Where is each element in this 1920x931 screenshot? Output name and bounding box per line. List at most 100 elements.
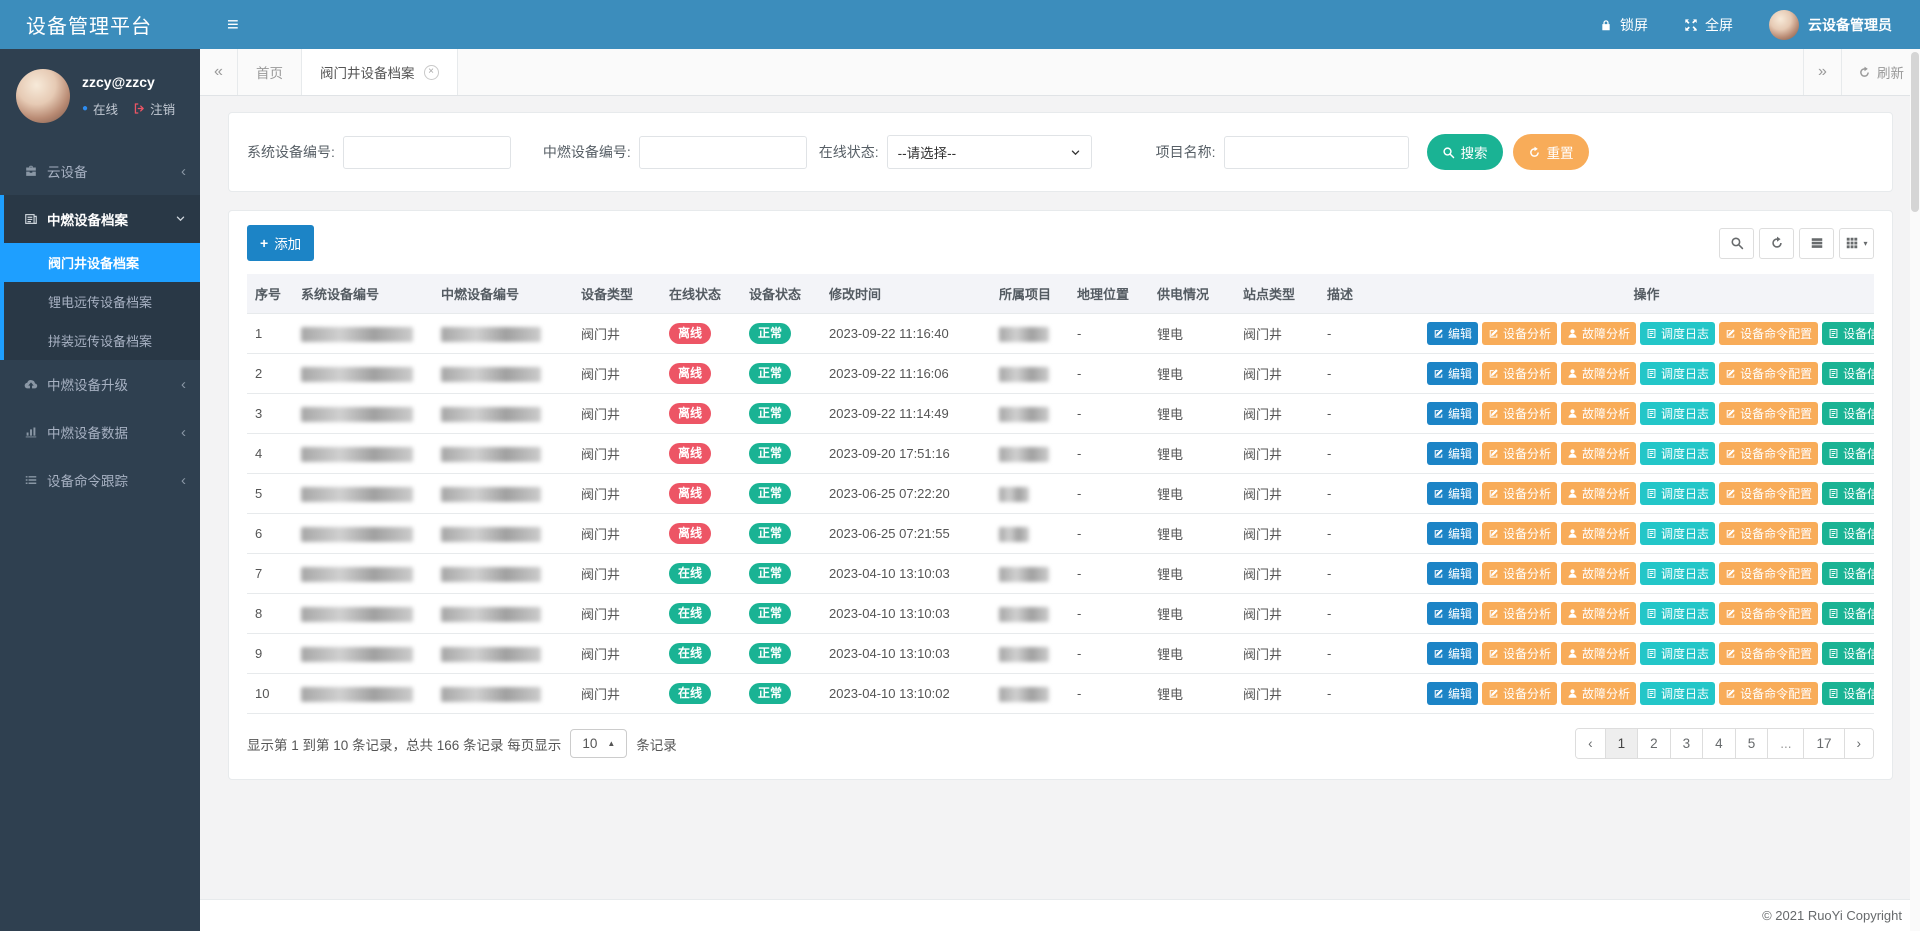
device-analysis-button[interactable]: 设备分析	[1482, 642, 1557, 665]
device-analysis-button[interactable]: 设备分析	[1482, 602, 1557, 625]
dispatch-log-button[interactable]: 调度日志	[1640, 682, 1715, 705]
fault-analysis-button[interactable]: 故障分析	[1561, 482, 1636, 505]
dispatch-log-button[interactable]: 调度日志	[1640, 522, 1715, 545]
fault-analysis-button[interactable]: 故障分析	[1561, 402, 1636, 425]
sidebar-subitem-valve-well-archive[interactable]: 阀门井设备档案	[4, 243, 200, 282]
tabs-scroll-left-button[interactable]: «	[200, 49, 238, 95]
page-2-button[interactable]: 2	[1637, 729, 1670, 758]
edit-button[interactable]: 编辑	[1427, 402, 1478, 425]
fullscreen-button[interactable]: 全屏	[1684, 15, 1733, 35]
search-button[interactable]: 搜索	[1427, 134, 1503, 170]
edit-button[interactable]: 编辑	[1427, 602, 1478, 625]
table-toggle-view-button[interactable]	[1799, 228, 1834, 259]
device-info-button[interactable]: 设备信息	[1822, 442, 1874, 465]
device-info-button[interactable]: 设备信息	[1822, 362, 1874, 385]
fault-analysis-button[interactable]: 故障分析	[1561, 602, 1636, 625]
table-search-button[interactable]	[1719, 228, 1754, 259]
edit-button[interactable]: 编辑	[1427, 682, 1478, 705]
device-info-button[interactable]: 设备信息	[1822, 402, 1874, 425]
dispatch-log-button[interactable]: 调度日志	[1640, 362, 1715, 385]
device-info-button[interactable]: 设备信息	[1822, 482, 1874, 505]
device-info-button[interactable]: 设备信息	[1822, 522, 1874, 545]
fault-analysis-button[interactable]: 故障分析	[1561, 442, 1636, 465]
logout-link[interactable]: 注销	[133, 99, 175, 118]
device-command-config-button[interactable]: 设备命令配置	[1719, 522, 1818, 545]
gas-device-no-input[interactable]	[639, 136, 807, 169]
scrollbar-thumb[interactable]	[1911, 52, 1919, 212]
page-17-button[interactable]: 17	[1803, 729, 1843, 758]
system-device-no-input[interactable]	[343, 136, 511, 169]
table-columns-button[interactable]: ▾	[1839, 228, 1874, 259]
lock-screen-button[interactable]: 锁屏	[1599, 15, 1648, 35]
dispatch-log-button[interactable]: 调度日志	[1640, 562, 1715, 585]
dispatch-log-button[interactable]: 调度日志	[1640, 602, 1715, 625]
tab-valve-well-archive[interactable]: 阀门井设备档案×	[302, 49, 458, 95]
device-info-button[interactable]: 设备信息	[1822, 642, 1874, 665]
fault-analysis-button[interactable]: 故障分析	[1561, 682, 1636, 705]
sidebar-subitem-lithium-remote-archive[interactable]: 锂电远传设备档案	[4, 282, 200, 321]
sidebar-subitem-assembled-remote-archive[interactable]: 拼装远传设备档案	[4, 321, 200, 360]
device-info-button[interactable]: 设备信息	[1822, 682, 1874, 705]
sidebar-item-zhongran-device-data[interactable]: 中燃设备数据‹	[0, 408, 200, 456]
page-4-button[interactable]: 4	[1702, 729, 1735, 758]
fault-analysis-button[interactable]: 故障分析	[1561, 562, 1636, 585]
prev-page-button[interactable]: ‹	[1576, 729, 1605, 758]
device-analysis-button[interactable]: 设备分析	[1482, 362, 1557, 385]
dispatch-log-button[interactable]: 调度日志	[1640, 322, 1715, 345]
sidebar-item-zhongran-device-archive[interactable]: 中燃设备档案	[4, 195, 200, 243]
edit-button[interactable]: 编辑	[1427, 522, 1478, 545]
device-command-config-button[interactable]: 设备命令配置	[1719, 402, 1818, 425]
fault-analysis-button[interactable]: 故障分析	[1561, 362, 1636, 385]
sidebar-item-device-command-trace[interactable]: 设备命令跟踪‹	[0, 456, 200, 504]
dispatch-log-button[interactable]: 调度日志	[1640, 442, 1715, 465]
device-analysis-button[interactable]: 设备分析	[1482, 402, 1557, 425]
project-name-input[interactable]	[1224, 136, 1409, 169]
device-command-config-button[interactable]: 设备命令配置	[1719, 642, 1818, 665]
device-command-config-button[interactable]: 设备命令配置	[1719, 362, 1818, 385]
page-1-button[interactable]: 1	[1605, 729, 1638, 758]
device-analysis-button[interactable]: 设备分析	[1482, 442, 1557, 465]
close-tab-icon[interactable]: ×	[424, 65, 439, 80]
user-menu[interactable]: 云设备管理员	[1769, 10, 1892, 40]
tab-home[interactable]: 首页	[238, 49, 302, 95]
add-button[interactable]: + 添加	[247, 225, 314, 261]
page-3-button[interactable]: 3	[1670, 729, 1703, 758]
device-analysis-button[interactable]: 设备分析	[1482, 322, 1557, 345]
device-command-config-button[interactable]: 设备命令配置	[1719, 322, 1818, 345]
scrollbar[interactable]	[1910, 49, 1920, 931]
edit-button[interactable]: 编辑	[1427, 362, 1478, 385]
sidebar-item-zhongran-device-upgrade[interactable]: 中燃设备升级‹	[0, 360, 200, 408]
device-info-button[interactable]: 设备信息	[1822, 602, 1874, 625]
edit-button[interactable]: 编辑	[1427, 322, 1478, 345]
reset-button[interactable]: 重置	[1513, 134, 1589, 170]
table-refresh-button[interactable]	[1759, 228, 1794, 259]
device-command-config-button[interactable]: 设备命令配置	[1719, 602, 1818, 625]
edit-button[interactable]: 编辑	[1427, 562, 1478, 585]
page-size-dropdown[interactable]: 10 ▲	[570, 729, 627, 758]
tabs-scroll-right-button[interactable]: »	[1803, 49, 1841, 95]
device-command-config-button[interactable]: 设备命令配置	[1719, 442, 1818, 465]
device-command-config-button[interactable]: 设备命令配置	[1719, 482, 1818, 505]
device-info-button[interactable]: 设备信息	[1822, 322, 1874, 345]
device-info-button[interactable]: 设备信息	[1822, 562, 1874, 585]
fault-analysis-button[interactable]: 故障分析	[1561, 522, 1636, 545]
device-analysis-button[interactable]: 设备分析	[1482, 482, 1557, 505]
edit-button[interactable]: 编辑	[1427, 482, 1478, 505]
dispatch-log-button[interactable]: 调度日志	[1640, 482, 1715, 505]
fault-analysis-button[interactable]: 故障分析	[1561, 322, 1636, 345]
page-5-button[interactable]: 5	[1735, 729, 1768, 758]
online-status-select[interactable]: --请选择--	[887, 135, 1092, 169]
edit-button[interactable]: 编辑	[1427, 442, 1478, 465]
device-analysis-button[interactable]: 设备分析	[1482, 522, 1557, 545]
next-page-button[interactable]: ›	[1844, 729, 1874, 758]
sidebar-item-cloud-device[interactable]: 云设备‹	[0, 147, 200, 195]
device-command-config-button[interactable]: 设备命令配置	[1719, 682, 1818, 705]
device-analysis-button[interactable]: 设备分析	[1482, 562, 1557, 585]
sidebar-toggle-icon[interactable]: ≡	[227, 15, 239, 35]
device-analysis-button[interactable]: 设备分析	[1482, 682, 1557, 705]
edit-button[interactable]: 编辑	[1427, 642, 1478, 665]
refresh-tab-button[interactable]: 刷新	[1841, 49, 1920, 95]
device-command-config-button[interactable]: 设备命令配置	[1719, 562, 1818, 585]
dispatch-log-button[interactable]: 调度日志	[1640, 402, 1715, 425]
fault-analysis-button[interactable]: 故障分析	[1561, 642, 1636, 665]
